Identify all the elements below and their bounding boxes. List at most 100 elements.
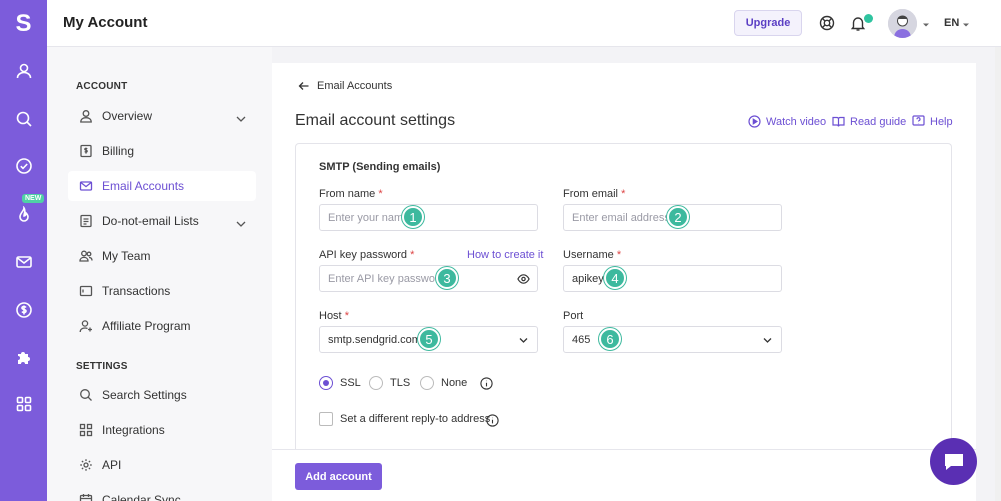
nav-item-affiliate-program[interactable]: Affiliate Program: [68, 311, 256, 341]
invoice-icon: [79, 144, 93, 158]
step-marker: 2: [667, 206, 689, 228]
nav-item-overview[interactable]: Overview: [68, 101, 256, 131]
nav-item-label: Billing: [102, 144, 135, 158]
main-panel: Email Accounts Email account settings Wa…: [272, 63, 976, 501]
nav-item-api[interactable]: API: [68, 450, 256, 480]
nav-item-label: Email Accounts: [102, 179, 185, 193]
radio-circle: [420, 376, 434, 390]
search-icon[interactable]: [11, 106, 36, 131]
nav-item-label: Affiliate Program: [102, 319, 191, 333]
step-marker: 3: [436, 267, 458, 289]
gear-icon: [79, 458, 93, 472]
read-guide-link[interactable]: Read guide: [832, 115, 906, 128]
smtp-settings-box: SMTP (Sending emails) From name * Enter …: [295, 143, 952, 463]
chevron-down-icon[interactable]: [922, 18, 930, 27]
calendar-icon: [79, 493, 93, 501]
watch-video-link[interactable]: Watch video: [748, 115, 826, 128]
radio-label: SSL: [340, 377, 361, 389]
radio-tls[interactable]: TLS: [369, 376, 410, 390]
username-input[interactable]: apikey: [563, 265, 782, 292]
info-icon[interactable]: [486, 414, 499, 427]
api-key-label: API key password *: [319, 249, 415, 261]
nav-item-transactions[interactable]: Transactions: [68, 276, 256, 306]
required-mark: *: [378, 188, 383, 200]
how-to-create-link[interactable]: How to create it: [467, 249, 543, 261]
back-link[interactable]: Email Accounts: [298, 80, 392, 92]
help-icon: [912, 115, 925, 126]
checkbox-label: Set a different reply-to address: [340, 413, 491, 425]
nav-item-label: Do-not-email Lists: [102, 214, 199, 228]
top-bar: My Account Upgrade EN: [47, 0, 1001, 47]
api-key-input[interactable]: Enter API key password: [319, 265, 538, 292]
language-selector[interactable]: EN: [944, 17, 959, 29]
user-icon: [79, 109, 93, 123]
page-header-title: My Account: [63, 14, 148, 31]
chevron-down-icon[interactable]: [962, 18, 970, 27]
nav-item-label: My Team: [102, 249, 151, 263]
watch-video-label: Watch video: [766, 115, 827, 128]
chevron-down-icon: [519, 338, 528, 343]
support-icon[interactable]: [818, 14, 836, 32]
scrollbar[interactable]: [995, 47, 1001, 501]
puzzle-icon[interactable]: [11, 344, 36, 369]
radio-label: None: [441, 377, 468, 389]
info-icon[interactable]: [480, 377, 493, 390]
nav-item-billing[interactable]: Billing: [68, 136, 256, 166]
radio-circle: [369, 376, 383, 390]
dollar-circle-icon[interactable]: [11, 297, 36, 322]
add-account-button[interactable]: Add account: [295, 463, 382, 490]
reply-to-checkbox[interactable]: Set a different reply-to address: [319, 412, 490, 426]
nav-item-my-team[interactable]: My Team: [68, 241, 256, 271]
help-label: Help: [930, 115, 953, 128]
apps-grid-icon[interactable]: [11, 391, 36, 416]
checkbox-box: [319, 412, 333, 426]
port-label: Port: [563, 310, 584, 322]
required-mark: *: [621, 188, 626, 200]
from-name-label: From name *: [319, 188, 383, 200]
avatar[interactable]: [888, 9, 917, 38]
user-icon[interactable]: [11, 58, 36, 83]
radio-none[interactable]: None: [420, 376, 467, 390]
team-icon: [79, 249, 93, 263]
upgrade-button[interactable]: Upgrade: [734, 10, 802, 36]
required-mark: *: [344, 310, 349, 322]
nav-item-search-settings[interactable]: Search Settings: [68, 380, 256, 410]
nav-item-label: Integrations: [102, 423, 165, 437]
arrow-left-icon: [298, 82, 309, 90]
host-value: smtp.sendgrid.com: [328, 333, 421, 346]
play-circle-icon: [748, 115, 761, 128]
from-email-label: From email *: [563, 188, 626, 200]
mail-icon[interactable]: [11, 249, 36, 274]
nav-item-do-not-email-lists[interactable]: Do-not-email Lists: [68, 206, 256, 236]
nav-item-integrations[interactable]: Integrations: [68, 415, 256, 445]
book-icon: [832, 116, 845, 127]
chevron-down-icon: [763, 338, 772, 343]
form-footer: Add account: [272, 449, 976, 501]
radio-ssl[interactable]: SSL: [319, 376, 361, 390]
port-select[interactable]: 465: [563, 326, 782, 353]
nav-item-calendar-sync[interactable]: Calendar Sync: [68, 485, 256, 501]
from-name-input[interactable]: Enter your name: [319, 204, 538, 231]
nav-section-account: ACCOUNT: [76, 81, 128, 92]
page-title: Email account settings: [295, 112, 456, 129]
nav-item-label: Calendar Sync: [102, 493, 181, 501]
chat-launcher[interactable]: [930, 438, 977, 485]
api-key-placeholder: Enter API key password: [328, 272, 445, 285]
nav-item-label: API: [102, 458, 122, 472]
help-link[interactable]: Help: [912, 115, 953, 128]
username-label: Username *: [563, 249, 622, 261]
eye-icon[interactable]: [517, 273, 530, 285]
flame-icon[interactable]: [11, 202, 36, 227]
check-circle-icon[interactable]: [11, 153, 36, 178]
step-marker: 6: [599, 328, 621, 350]
nav-item-email-accounts[interactable]: Email Accounts: [68, 171, 256, 201]
chevron-down-icon[interactable]: [236, 112, 246, 122]
radio-label: TLS: [390, 377, 411, 389]
step-marker: 1: [402, 206, 424, 228]
required-mark: *: [616, 249, 622, 261]
mail-icon: [79, 179, 93, 193]
chevron-down-icon[interactable]: [236, 217, 246, 227]
section-title: SMTP (Sending emails): [319, 161, 441, 173]
nav-item-label: Overview: [102, 109, 153, 123]
app-logo[interactable]: S: [0, 0, 47, 47]
